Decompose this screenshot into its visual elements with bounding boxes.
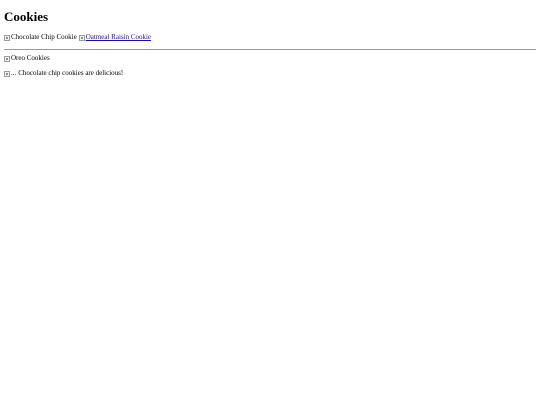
chocolate-sentence-row: ... Chocolate chip cookies are delicious… xyxy=(4,69,536,78)
broken-image-icon xyxy=(78,34,85,41)
broken-image-icon xyxy=(4,34,10,41)
page-title: Cookies xyxy=(4,9,49,24)
ellipsis-alt-text: ... xyxy=(11,69,17,77)
ellipsis-image: ... xyxy=(4,69,16,78)
page: Cookies Chocolate Chip Cookie Oatmeal Ra… xyxy=(0,0,540,405)
oreo-image: Oreo Cookies xyxy=(4,54,50,63)
oatmeal-raisin-link[interactable]: Oatmeal Raisin Cookie xyxy=(78,33,152,42)
divider xyxy=(4,49,536,50)
oatmeal-raisin-alt-text: Oatmeal Raisin Cookie xyxy=(85,33,152,41)
cookie-images-row: Chocolate Chip Cookie Oatmeal Raisin Coo… xyxy=(4,33,536,42)
oreo-row: Oreo Cookies xyxy=(4,54,536,63)
broken-image-icon xyxy=(4,55,10,62)
chocolate-chip-sentence: Chocolate chip cookies are delicious! xyxy=(18,69,124,77)
oreo-alt-text: Oreo Cookies xyxy=(11,54,50,62)
broken-image-icon xyxy=(4,70,10,77)
chocolate-chip-alt-text: Chocolate Chip Cookie xyxy=(11,33,77,41)
chocolate-chip-image: Chocolate Chip Cookie xyxy=(4,33,77,42)
